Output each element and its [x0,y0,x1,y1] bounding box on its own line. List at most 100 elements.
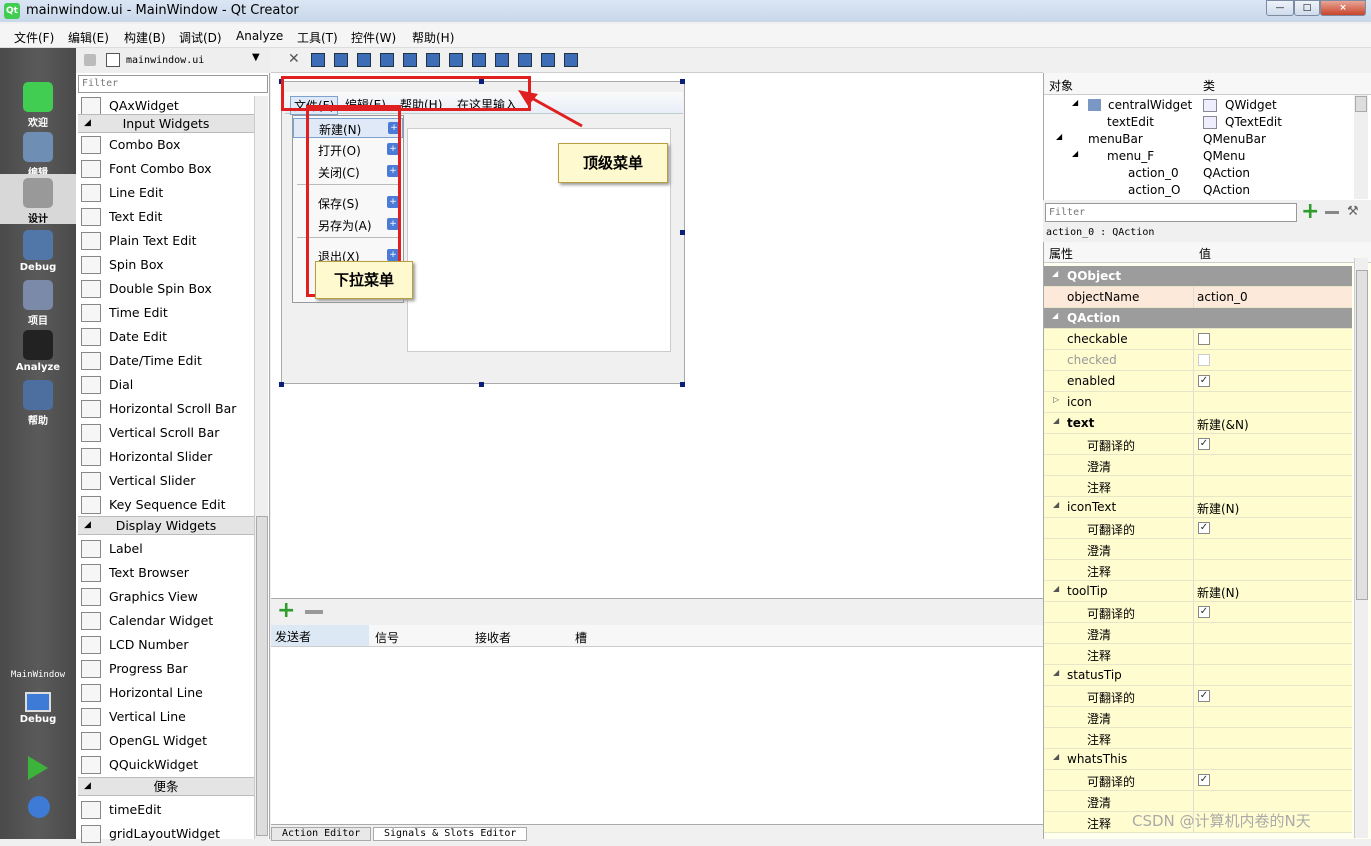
object-row[interactable]: action_O QAction [1044,182,1354,199]
menu-6[interactable]: 控件(W) [351,29,396,46]
object-row[interactable]: ◢ centralWidget QWidget [1044,97,1354,114]
edit-tab-order-icon[interactable] [380,53,394,67]
vertical-slider-item[interactable]: Vertical Slider [78,469,254,493]
header-sender[interactable]: 发送者 [271,625,369,646]
property-value[interactable]: 新建(N) [1197,584,1239,601]
checkbox[interactable]: ✓ [1198,375,1210,387]
maximize-button[interactable]: □ [1294,0,1320,16]
property-row-[interactable]: 澄清 [1044,791,1352,812]
double-spin-box-item[interactable]: Double Spin Box [78,277,254,301]
scrollbar-thumb[interactable] [256,516,268,836]
timeedit-item[interactable]: timeEdit [78,798,254,822]
menu-5[interactable]: 工具(T) [297,29,338,46]
horizontal-slider-item[interactable]: Horizontal Slider [78,445,254,469]
scrollbar-thumb[interactable] [1355,96,1367,112]
menu-3[interactable]: 调试(D) [179,29,222,46]
header-slot[interactable]: 槽 [575,629,587,646]
run-icon[interactable] [28,756,48,780]
text-edit-item[interactable]: Text Edit [78,205,254,229]
mode-design[interactable]: 设计 [0,174,76,225]
edit-widgets-icon[interactable] [311,53,325,67]
add-property-icon[interactable]: + [1301,199,1319,224]
close-icon[interactable]: ✕ [288,51,300,67]
property-row-[interactable]: 可翻译的 ✓ [1044,686,1352,707]
property-row-icon[interactable]: ▷ icon [1044,392,1352,413]
adjust-size-icon[interactable] [564,53,578,67]
time-edit-item[interactable]: Time Edit [78,301,254,325]
object-row[interactable]: ◢ menu_F QMenu [1044,148,1354,165]
property-filter-input[interactable]: Filter [1045,203,1297,222]
calendar-widget-item[interactable]: Calendar Widget [78,609,254,633]
mode-project[interactable]: 项目 [0,276,76,327]
gridlayoutwidget-item[interactable]: gridLayoutWidget [78,822,254,846]
open-file-label[interactable]: mainwindow.ui [126,55,204,66]
line-edit-item[interactable]: Line Edit [78,181,254,205]
close-button[interactable]: × [1320,0,1366,16]
property-row-[interactable]: 可翻译的 ✓ [1044,602,1352,623]
property-row-[interactable]: 注释 [1044,728,1352,749]
menu-0[interactable]: 文件(F) [14,29,54,46]
object-scrollbar[interactable] [1354,95,1368,199]
header-value[interactable]: 值 [1199,245,1211,262]
layout-form-icon[interactable] [495,53,509,67]
property-row-icontext[interactable]: ◢ iconText 新建(N) [1044,497,1352,518]
header-object[interactable]: 对象 [1049,77,1073,94]
resize-handle[interactable] [479,382,484,387]
checkbox[interactable] [1198,354,1210,366]
layout-vertical-icon[interactable] [426,53,440,67]
qquickwidget-item[interactable]: QQuickWidget [78,753,254,777]
header-class[interactable]: 类 [1203,77,1215,94]
category-scratchpad[interactable]: ◢ 便条 [78,777,254,796]
resize-handle[interactable] [680,230,685,235]
label-item[interactable]: Label [78,537,254,561]
property-row-[interactable]: 注释 [1044,476,1352,497]
vertical-line-item[interactable]: Vertical Line [78,705,254,729]
category-display-widgets[interactable]: ◢ Display Widgets [78,516,254,535]
object-row[interactable]: ◢ menuBar QMenuBar [1044,131,1354,148]
edit-buddies-icon[interactable] [357,53,371,67]
property-value[interactable]: 新建(N) [1197,500,1239,517]
text-browser-item[interactable]: Text Browser [78,561,254,585]
break-layout-icon[interactable] [541,53,555,67]
header-receiver[interactable]: 接收者 [475,629,511,646]
checkbox[interactable]: ✓ [1198,774,1210,786]
edit-signals-icon[interactable] [334,53,348,67]
property-row-[interactable]: 注释 [1044,644,1352,665]
graphics-view-item[interactable]: Graphics View [78,585,254,609]
plain-text-edit-item[interactable]: Plain Text Edit [78,229,254,253]
property-row-[interactable]: 可翻译的 ✓ [1044,770,1352,791]
property-row-qaction[interactable]: ◢ QAction [1044,308,1352,329]
menu-1[interactable]: 编辑(E) [68,29,109,46]
horizontal-line-item[interactable]: Horizontal Line [78,681,254,705]
opengl-widget-item[interactable]: OpenGL Widget [78,729,254,753]
property-row-statustip[interactable]: ◢ statusTip [1044,665,1352,686]
resize-handle[interactable] [279,382,284,387]
property-row-whatsthis[interactable]: ◢ whatsThis [1044,749,1352,770]
spin-box-item[interactable]: Spin Box [78,253,254,277]
property-row-[interactable]: 澄清 [1044,455,1352,476]
property-row-[interactable]: 可翻译的 ✓ [1044,518,1352,539]
header-property[interactable]: 属性 [1049,245,1073,262]
layout-horizontal-icon[interactable] [403,53,417,67]
wrench-icon[interactable]: ⚒ [1347,204,1359,219]
property-scrollbar[interactable] [1354,258,1368,838]
property-row-tooltip[interactable]: ◢ toolTip 新建(N) [1044,581,1352,602]
property-row-text[interactable]: ◢ text 新建(&N) [1044,413,1352,434]
layout-grid-icon[interactable] [518,53,532,67]
mode-qt[interactable]: 欢迎 [0,78,76,129]
mode-edit[interactable]: 编辑 [0,128,76,179]
property-row-[interactable]: 注释 [1044,560,1352,581]
date-time-edit-item[interactable]: Date/Time Edit [78,349,254,373]
property-row-[interactable]: 澄清 [1044,623,1352,644]
property-value[interactable]: action_0 [1197,290,1248,304]
add-icon[interactable]: + [277,600,295,622]
checkbox[interactable] [1198,333,1210,345]
checkbox[interactable]: ✓ [1198,690,1210,702]
property-value[interactable]: 新建(&N) [1197,416,1249,433]
key-sequence-edit-item[interactable]: Key Sequence Edit [78,493,254,517]
menu-4[interactable]: Analyze [236,29,283,43]
lcd-number-item[interactable]: LCD Number [78,633,254,657]
resize-handle[interactable] [680,382,685,387]
progress-bar-item[interactable]: Progress Bar [78,657,254,681]
header-signal[interactable]: 信号 [375,629,399,646]
